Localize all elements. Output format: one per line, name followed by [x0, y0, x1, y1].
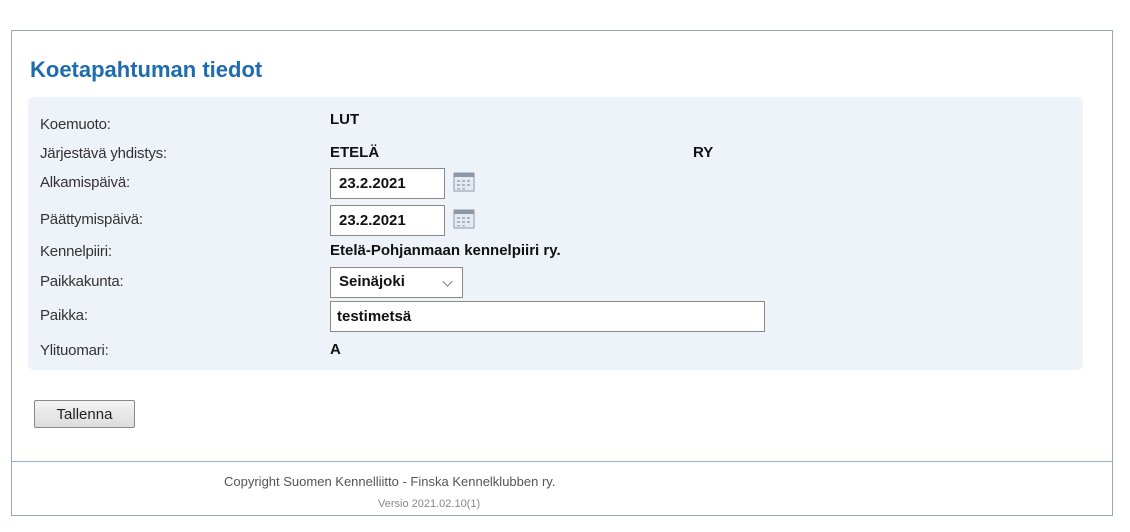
- row-alkamispaiva: Alkamispäivä:: [40, 168, 1070, 199]
- calendar-icon[interactable]: [453, 209, 475, 229]
- jarjestava-label: Järjestävä yhdistys:: [40, 145, 167, 162]
- row-paikkakunta: Paikkakunta: Seinäjoki: [40, 267, 1070, 298]
- content-frame: Koetapahtuman tiedot Koemuoto: LUT Järje…: [11, 30, 1113, 516]
- row-paikka: Paikka:: [40, 301, 1070, 332]
- koemuoto-label: Koemuoto:: [40, 116, 111, 133]
- page-title: Koetapahtuman tiedot: [30, 57, 263, 82]
- jarjestava-value: ETELÄ: [330, 144, 380, 161]
- jarjestava-value-suffix: RY: [693, 144, 714, 161]
- municipality-select-value: Seinäjoki: [339, 273, 405, 290]
- footer-copyright: Copyright Suomen Kennelliitto - Finska K…: [224, 474, 556, 489]
- place-input[interactable]: [330, 301, 765, 332]
- footer-version: Versio 2021.02.10(1): [378, 498, 481, 510]
- kennelpiiri-value: Etelä-Pohjanmaan kennelpiiri ry.: [330, 242, 561, 259]
- paikka-label: Paikka:: [40, 307, 88, 324]
- end-date-input[interactable]: [330, 205, 445, 236]
- ylituomari-label: Ylituomari:: [40, 342, 109, 359]
- save-button[interactable]: Tallenna: [34, 400, 135, 428]
- calendar-icon[interactable]: [453, 172, 475, 192]
- row-kennelpiiri: Kennelpiiri: Etelä-Pohjanmaan kennelpiir…: [40, 241, 1070, 263]
- alkamispaiva-label: Alkamispäivä:: [40, 174, 130, 191]
- paikkakunta-label: Paikkakunta:: [40, 273, 124, 290]
- ylituomari-value: A: [330, 341, 341, 358]
- row-ylituomari: Ylituomari: A: [40, 340, 1070, 362]
- paattymispaiva-label: Päättymispäivä:: [40, 211, 143, 228]
- chevron-down-icon: [442, 276, 453, 287]
- kennelpiiri-label: Kennelpiiri:: [40, 243, 112, 260]
- event-details-panel: Koemuoto: LUT Järjestävä yhdistys: ETELÄ…: [28, 97, 1083, 370]
- row-paattymispaiva: Päättymispäivä:: [40, 205, 1070, 236]
- municipality-select[interactable]: Seinäjoki: [330, 267, 463, 298]
- row-koemuoto: Koemuoto: LUT: [40, 111, 1070, 136]
- footer-divider: [12, 461, 1112, 462]
- start-date-input[interactable]: [330, 168, 445, 199]
- koemuoto-value: LUT: [330, 111, 360, 128]
- row-jarjestava: Järjestävä yhdistys: ETELÄ RY: [40, 143, 1070, 165]
